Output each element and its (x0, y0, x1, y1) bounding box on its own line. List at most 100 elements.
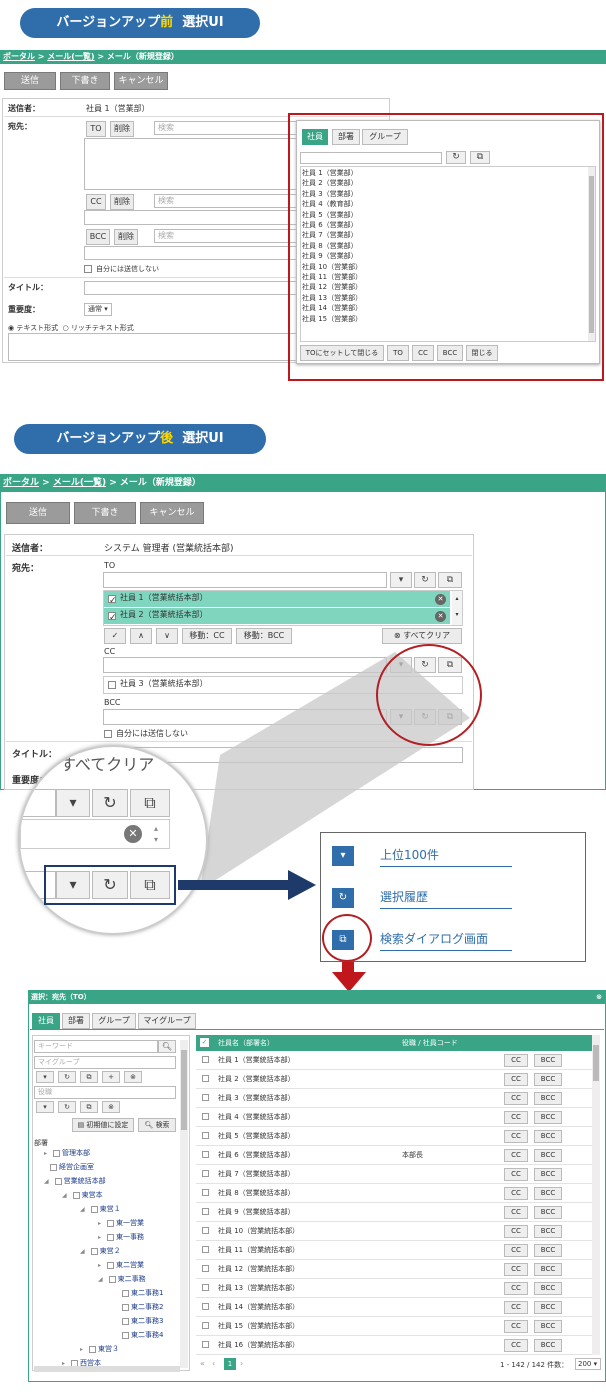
popup-user-item[interactable]: 社員 6（営業部） (302, 220, 358, 230)
search-icon[interactable]: 🔍︎ (158, 1040, 176, 1053)
popup-user-item[interactable]: 社員 13（営業部） (302, 293, 362, 303)
row-cc-button[interactable]: CC (504, 1130, 528, 1143)
set-to-close-button[interactable]: TOにセットして閉じる (300, 345, 384, 361)
row-bcc-button[interactable]: BCC (534, 1320, 562, 1333)
table-row[interactable]: 社員 7（営業統括本部） CC BCC (196, 1165, 592, 1184)
tree-node[interactable]: ◢ 東営１ (80, 1204, 121, 1214)
table-row[interactable]: 社員 12（営業統括本部） CC BCC (196, 1260, 592, 1279)
row-cc-button[interactable]: CC (504, 1244, 528, 1257)
row-bcc-button[interactable]: BCC (534, 1187, 562, 1200)
tree-node[interactable]: 東二事務2 (116, 1302, 163, 1312)
dialog-icon[interactable]: ⧉ (80, 1101, 98, 1113)
clear-icon[interactable]: ⊗ (102, 1101, 120, 1113)
row-bcc-button[interactable]: BCC (534, 1282, 562, 1295)
table-row[interactable]: 社員 15（営業統括本部） CC BCC (196, 1317, 592, 1336)
page-current[interactable]: 1 (224, 1358, 236, 1370)
dialog-tab-3[interactable]: マイグループ (138, 1013, 196, 1029)
table-row[interactable]: 社員 16（営業統括本部） CC BCC (196, 1336, 592, 1355)
history-icon[interactable]: ↻ (58, 1071, 76, 1083)
row-cc-button[interactable]: CC (504, 1111, 528, 1124)
row-cc-button[interactable]: CC (504, 1263, 528, 1276)
breadcrumb-list-link[interactable]: メール(一覧) (47, 52, 94, 61)
table-row[interactable]: 社員 8（営業統括本部） CC BCC (196, 1184, 592, 1203)
tree-node[interactable]: 東二事務4 (116, 1330, 163, 1340)
row-checkbox[interactable] (202, 1075, 209, 1082)
table-scrollbar[interactable] (592, 1035, 600, 1355)
popup-to-button[interactable]: TO (387, 345, 409, 361)
row-checkbox[interactable] (202, 1322, 209, 1329)
tree-node[interactable]: ▸ 東営３ (80, 1344, 119, 1354)
search-button[interactable]: 🔍︎ 検索 (138, 1118, 176, 1132)
draft-button-after[interactable]: 下書き (74, 502, 136, 524)
table-row[interactable]: 社員 4（営業統括本部） CC BCC (196, 1108, 592, 1127)
table-row[interactable]: 社員 11（営業統括本部） CC BCC (196, 1241, 592, 1260)
breadcrumb-portal-link[interactable]: ポータル (3, 52, 35, 61)
popup-user-item[interactable]: 社員 12（営業部） (302, 282, 362, 292)
dialog-tab-2[interactable]: グループ (92, 1013, 136, 1029)
table-row[interactable]: 社員 5（営業統括本部） CC BCC (196, 1127, 592, 1146)
row-checkbox[interactable] (202, 1189, 209, 1196)
format-options[interactable]: ◉ テキスト形式 ○ リッチテキスト形式 (8, 323, 134, 333)
row-cc-button[interactable]: CC (504, 1073, 528, 1086)
tree-node[interactable]: ▸ 管理本部 (44, 1148, 90, 1158)
col-role[interactable]: 役職 / 社員コード (402, 1035, 458, 1051)
row-checkbox[interactable] (202, 1056, 209, 1063)
role-input[interactable]: 役職 (34, 1086, 176, 1099)
popup-user-item[interactable]: 社員 15（営業部） (302, 314, 362, 324)
per-page-select[interactable]: 200 ▾ (575, 1358, 601, 1370)
bcc-search-input[interactable]: 検索 (154, 229, 304, 243)
row-bcc-button[interactable]: BCC (534, 1339, 562, 1352)
popup-bcc-button[interactable]: BCC (437, 345, 463, 361)
tree-node[interactable]: ▸ 東一事務 (98, 1232, 144, 1242)
popup-tab-dept[interactable]: 部署 (332, 129, 360, 145)
priority-select[interactable]: 通常 ▾ (84, 303, 112, 316)
cc-recipients-box[interactable] (84, 210, 304, 225)
cancel-button-after[interactable]: キャンセル (140, 502, 204, 524)
send-button-after[interactable]: 送信 (6, 502, 70, 524)
row-checkbox[interactable] (202, 1341, 209, 1348)
dialog-icon[interactable]: ⧉ (470, 151, 490, 164)
row-bcc-button[interactable]: BCC (534, 1244, 562, 1257)
tree-node[interactable]: 東二事務3 (116, 1316, 163, 1326)
to-search-input[interactable]: 検索 (154, 121, 304, 135)
filter-hscrollbar[interactable] (34, 1366, 180, 1372)
row-checkbox[interactable] (202, 1265, 209, 1272)
row-checkbox[interactable] (202, 1151, 209, 1158)
row-bcc-button[interactable]: BCC (534, 1092, 562, 1105)
row-cc-button[interactable]: CC (504, 1187, 528, 1200)
filter-scrollbar-thumb[interactable] (181, 1050, 187, 1130)
row-cc-button[interactable]: CC (504, 1282, 528, 1295)
top100-icon[interactable]: ▾ (390, 572, 412, 588)
row-cc-button[interactable]: CC (504, 1168, 528, 1181)
clear-icon[interactable]: ⊗ (124, 1071, 142, 1083)
tree-node[interactable]: ◢ 東営本 (62, 1190, 103, 1200)
row-checkbox[interactable] (202, 1303, 209, 1310)
page-first[interactable]: « (200, 1359, 205, 1368)
row-cc-button[interactable]: CC (504, 1301, 528, 1314)
popup-user-item[interactable]: 社員 3（営業部） (302, 189, 358, 199)
tree-node[interactable]: ▸ 東二営業 (98, 1260, 144, 1270)
row-cc-button[interactable]: CC (504, 1206, 528, 1219)
popup-user-item[interactable]: 社員 2（営業部） (302, 178, 358, 188)
bcc-recipients-box[interactable] (84, 246, 304, 260)
bcc-delete-button[interactable]: 削除 (114, 229, 138, 245)
add-icon[interactable]: + (102, 1071, 120, 1083)
table-row[interactable]: 社員 9（営業統括本部） CC BCC (196, 1203, 592, 1222)
popup-user-item[interactable]: 社員 14（営業部） (302, 303, 362, 313)
tree-node[interactable]: ▸ 東一営業 (98, 1218, 144, 1228)
popup-user-item[interactable]: 社員 7（営業部） (302, 230, 358, 240)
page-prev[interactable]: ‹ (212, 1359, 215, 1368)
dialog-tab-1[interactable]: 部署 (62, 1013, 90, 1029)
dialog-icon[interactable]: ⧉ (80, 1071, 98, 1083)
history-icon[interactable]: ↻ (446, 151, 466, 164)
popup-cc-button[interactable]: CC (412, 345, 434, 361)
row-checkbox[interactable] (202, 1227, 209, 1234)
table-scrollbar-thumb[interactable] (593, 1045, 599, 1081)
row-checkbox[interactable] (202, 1132, 209, 1139)
tree-node[interactable]: 東二事務1 (116, 1288, 163, 1298)
row-bcc-button[interactable]: BCC (534, 1149, 562, 1162)
remove-icon[interactable]: ✕ (435, 594, 446, 605)
row-cc-button[interactable]: CC (504, 1092, 528, 1105)
row-checkbox[interactable] (202, 1113, 209, 1120)
history-icon[interactable]: ↻ (58, 1101, 76, 1113)
